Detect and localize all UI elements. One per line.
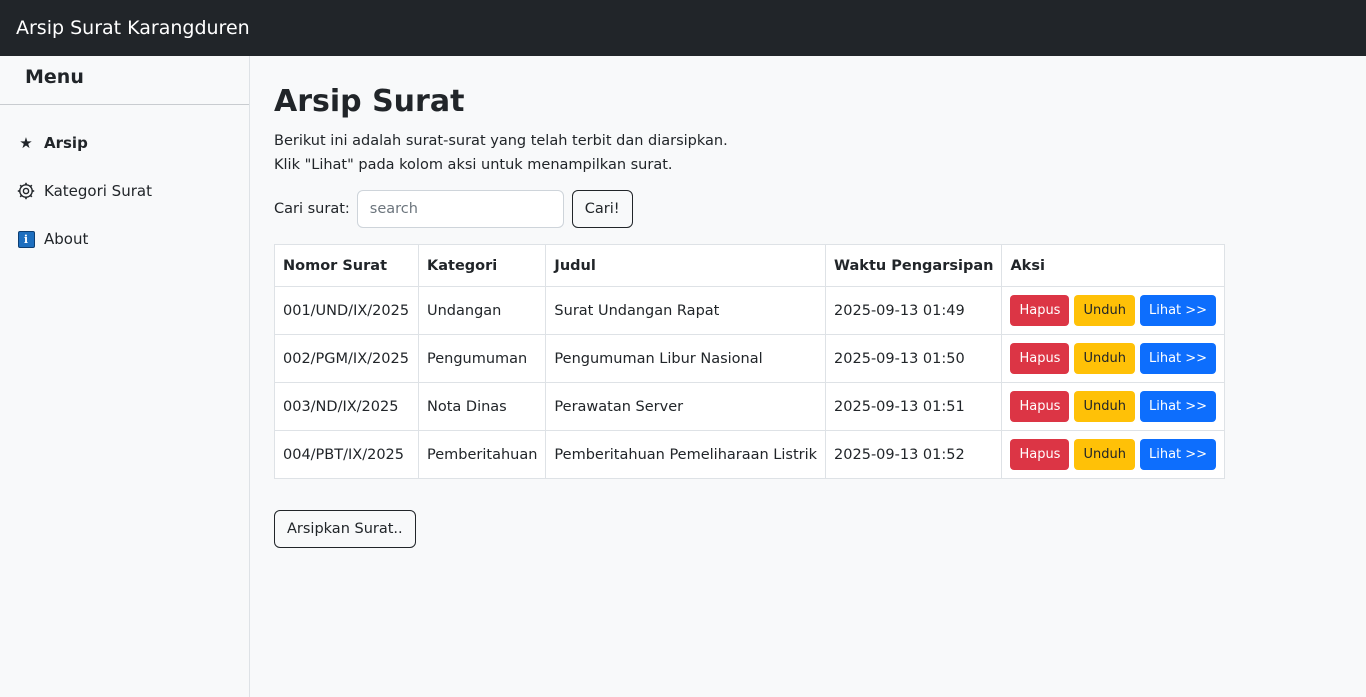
search-button[interactable]: Cari! bbox=[571, 190, 633, 228]
view-button[interactable]: Lihat >> bbox=[1139, 295, 1217, 326]
archive-table: Nomor Surat Kategori Judul Waktu Pengars… bbox=[274, 244, 1226, 479]
description-line-1: Berikut ini adalah surat-surat yang tela… bbox=[274, 133, 728, 149]
cell-kategori: Nota Dinas bbox=[417, 382, 547, 431]
cell-nomor: 004/PBT/IX/2025 bbox=[274, 430, 419, 479]
page-title: Arsip Surat bbox=[274, 84, 465, 119]
cell-judul: Perawatan Server bbox=[545, 382, 827, 431]
cell-judul: Pengumuman Libur Nasional bbox=[545, 334, 827, 383]
table-row: 003/ND/IX/2025 Nota Dinas Perawatan Serv… bbox=[274, 382, 1226, 431]
sidebar-item-kategori-surat[interactable]: Kategori Surat bbox=[0, 167, 249, 215]
cell-judul: Pemberitahuan Pemeliharaan Listrik bbox=[545, 430, 827, 479]
cell-kategori: Pengumuman bbox=[417, 334, 547, 383]
table-row: 002/PGM/IX/2025 Pengumuman Pengumuman Li… bbox=[274, 334, 1226, 383]
search-label: Cari surat: bbox=[274, 201, 350, 217]
delete-button[interactable]: Hapus bbox=[1010, 391, 1070, 422]
header-kategori: Kategori bbox=[417, 244, 547, 287]
page-description: Berikut ini adalah surat-surat yang tela… bbox=[274, 129, 728, 177]
cell-aksi: Hapus Unduh Lihat >> bbox=[1001, 430, 1226, 479]
delete-button[interactable]: Hapus bbox=[1010, 343, 1070, 374]
table-header-row: Nomor Surat Kategori Judul Waktu Pengars… bbox=[274, 244, 1226, 287]
cell-waktu: 2025-09-13 01:51 bbox=[825, 382, 1003, 431]
cell-aksi: Hapus Unduh Lihat >> bbox=[1001, 382, 1226, 431]
cell-waktu: 2025-09-13 01:49 bbox=[825, 286, 1003, 335]
star-icon: ★ bbox=[19, 133, 33, 152]
search-form: Cari surat: Cari! bbox=[274, 190, 633, 228]
cell-nomor: 001/UND/IX/2025 bbox=[274, 286, 419, 335]
sidebar-header: Menu bbox=[0, 56, 249, 105]
header-nomor-surat: Nomor Surat bbox=[274, 244, 419, 287]
cell-nomor: 002/PGM/IX/2025 bbox=[274, 334, 419, 383]
app-brand[interactable]: Arsip Surat Karangduren bbox=[16, 17, 250, 39]
cell-nomor: 003/ND/IX/2025 bbox=[274, 382, 419, 431]
cell-judul: Surat Undangan Rapat bbox=[545, 286, 827, 335]
sidebar-nav: ★ Arsip Kategori Surat i About bbox=[0, 105, 249, 263]
info-icon: i bbox=[17, 230, 35, 248]
sidebar-item-label: Kategori Surat bbox=[44, 182, 152, 200]
cell-kategori: Pemberitahuan bbox=[417, 430, 547, 479]
view-button[interactable]: Lihat >> bbox=[1139, 439, 1217, 470]
view-button[interactable]: Lihat >> bbox=[1139, 391, 1217, 422]
download-button[interactable]: Unduh bbox=[1074, 391, 1135, 422]
sidebar-item-label: Arsip bbox=[44, 134, 88, 152]
archive-letter-button[interactable]: Arsipkan Surat.. bbox=[274, 510, 416, 548]
sidebar-item-about[interactable]: i About bbox=[0, 215, 249, 263]
cell-waktu: 2025-09-13 01:52 bbox=[825, 430, 1003, 479]
header-waktu-pengarsipan: Waktu Pengarsipan bbox=[825, 244, 1003, 287]
table-row: 001/UND/IX/2025 Undangan Surat Undangan … bbox=[274, 286, 1226, 335]
download-button[interactable]: Unduh bbox=[1074, 439, 1135, 470]
cell-aksi: Hapus Unduh Lihat >> bbox=[1001, 334, 1226, 383]
download-button[interactable]: Unduh bbox=[1074, 295, 1135, 326]
top-navbar: Arsip Surat Karangduren bbox=[0, 0, 1366, 56]
view-button[interactable]: Lihat >> bbox=[1139, 343, 1217, 374]
sidebar-item-label: About bbox=[44, 230, 89, 248]
download-button[interactable]: Unduh bbox=[1074, 343, 1135, 374]
search-input[interactable] bbox=[356, 190, 564, 228]
header-aksi: Aksi bbox=[1001, 244, 1226, 287]
sidebar-item-arsip[interactable]: ★ Arsip bbox=[0, 119, 249, 167]
cell-aksi: Hapus Unduh Lihat >> bbox=[1001, 286, 1226, 335]
table-row: 004/PBT/IX/2025 Pemberitahuan Pemberitah… bbox=[274, 430, 1226, 479]
delete-button[interactable]: Hapus bbox=[1010, 439, 1070, 470]
header-judul: Judul bbox=[545, 244, 827, 287]
sidebar: Menu ★ Arsip Kategori Surat i About bbox=[0, 56, 250, 697]
cell-kategori: Undangan bbox=[417, 286, 547, 335]
gear-icon bbox=[17, 182, 35, 200]
description-line-2: Klik "Lihat" pada kolom aksi untuk menam… bbox=[274, 157, 673, 173]
sidebar-title: Menu bbox=[25, 66, 84, 88]
cell-waktu: 2025-09-13 01:50 bbox=[825, 334, 1003, 383]
delete-button[interactable]: Hapus bbox=[1010, 295, 1070, 326]
